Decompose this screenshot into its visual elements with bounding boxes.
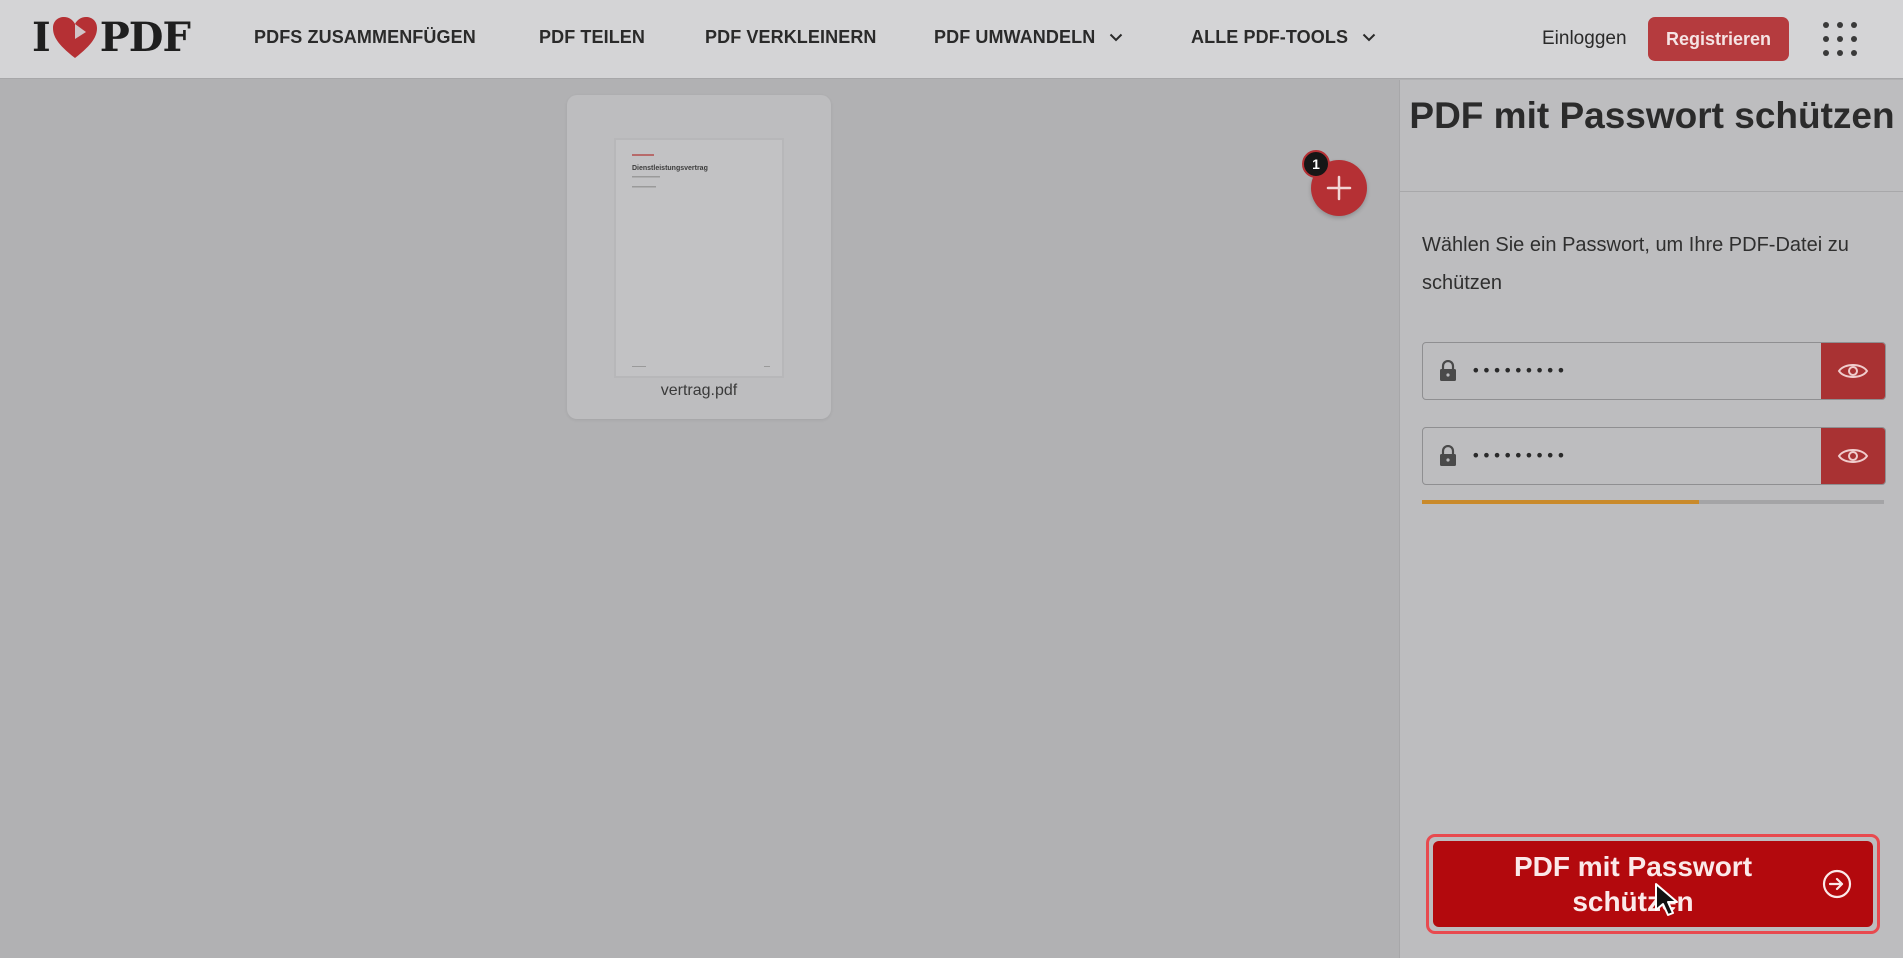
repeat-password-input[interactable]: ••••••••• <box>1422 427 1886 485</box>
apps-grid-icon[interactable] <box>1822 21 1858 57</box>
logo-text-i: I <box>32 14 51 61</box>
nav-compress-pdf[interactable]: PDF VERKLEINERN <box>705 27 877 48</box>
ilovepdf-logo[interactable]: I PDF <box>32 14 191 61</box>
tool-options-panel: PDF mit Passwort schützen Wählen Sie ein… <box>1399 80 1903 958</box>
eye-icon <box>1837 449 1869 463</box>
nav-split-pdf[interactable]: PDF TEILEN <box>539 27 645 48</box>
heart-icon <box>52 17 97 58</box>
lock-icon <box>1440 445 1456 466</box>
panel-title: PDF mit Passwort schützen <box>1409 95 1895 136</box>
thumbnail-content: Dienstleistungsvertrag <box>632 154 770 367</box>
mouse-cursor-icon <box>1655 883 1678 916</box>
password-strength-bar <box>1422 500 1884 504</box>
chevron-down-icon <box>1362 33 1376 42</box>
nav-merge-pdf-label: PDFS ZUSAMMENFÜGEN <box>254 27 476 47</box>
arrow-right-circle-icon <box>1822 869 1852 899</box>
pdf-page-thumbnail: Dienstleistungsvertrag <box>614 138 784 378</box>
file-name-label: vertrag.pdf <box>660 382 738 399</box>
nav-convert-pdf-label: PDF UMWANDELN <box>934 27 1096 47</box>
nav-merge-pdf[interactable]: PDFS ZUSAMMENFÜGEN <box>254 27 476 48</box>
lock-icon <box>1440 360 1456 381</box>
top-navigation-bar: I PDF PDFS ZUSAMMENFÜGEN PDF TEILEN PDF … <box>0 0 1903 79</box>
password-masked-value: ••••••••• <box>1471 361 1567 380</box>
file-count-badge: 1 <box>1302 150 1330 178</box>
repeat-password-masked-value: ••••••••• <box>1471 446 1567 465</box>
logo-text-pdf: PDF <box>99 14 191 61</box>
show-password-button[interactable] <box>1821 343 1885 399</box>
submit-button-label: PDF mit Passwort schützen <box>1513 851 1753 917</box>
nav-all-pdf-tools-label: ALLE PDF-TOOLS <box>1191 27 1349 47</box>
protect-pdf-submit-button[interactable]: PDF mit Passwort schützen <box>1433 841 1873 927</box>
pdf-file-card[interactable]: Dienstleistungsvertrag vertrag.pdf <box>567 95 831 419</box>
nav-compress-pdf-label: PDF VERKLEINERN <box>705 27 877 47</box>
password-strength-fill <box>1422 500 1700 504</box>
register-button[interactable]: Registrieren <box>1648 17 1789 61</box>
title-divider <box>1400 191 1903 192</box>
nav-convert-pdf-dropdown[interactable]: PDF UMWANDELN <box>934 27 1123 48</box>
show-repeat-password-button[interactable] <box>1821 428 1885 484</box>
password-input[interactable]: ••••••••• <box>1422 342 1886 400</box>
thumbnail-title: Dienstleistungsvertrag <box>632 165 708 172</box>
password-instruction-text: Wählen Sie ein Passwort, um Ihre PDF-Dat… <box>1422 234 1849 294</box>
nav-all-pdf-tools-dropdown[interactable]: ALLE PDF-TOOLS <box>1191 27 1376 48</box>
eye-icon <box>1837 364 1869 378</box>
chevron-down-icon <box>1110 33 1123 42</box>
nav-split-pdf-label: PDF TEILEN <box>539 27 646 47</box>
login-link[interactable]: Einloggen <box>1542 28 1627 50</box>
